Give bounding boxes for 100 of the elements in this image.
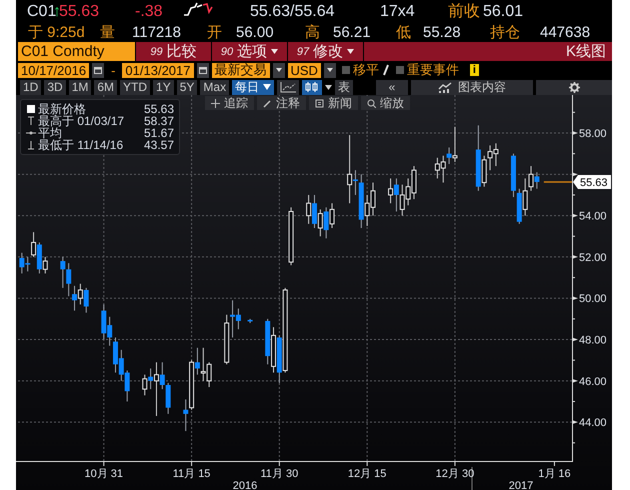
candlestick <box>312 194 317 229</box>
axis-label: 50.00 <box>579 293 607 306</box>
legend-label: 最低于 11/14/16 <box>38 139 124 151</box>
field-value: 56.21 <box>333 24 371 41</box>
field-value: 447638 <box>540 24 590 41</box>
info-button[interactable]: i <box>470 64 479 76</box>
field-label: 前收 <box>448 2 480 20</box>
axis-label: 11月 15 <box>172 468 210 480</box>
news-icon <box>315 98 324 108</box>
menu-button[interactable]: 90 选项 <box>211 42 287 61</box>
crosshair-icon <box>211 98 220 108</box>
settings-button[interactable] <box>536 80 612 94</box>
end-date-field[interactable]: 01/13/2017 <box>122 62 194 78</box>
calendar-button[interactable] <box>92 62 104 78</box>
chart-tool-button[interactable]: 缩放 <box>361 96 410 110</box>
legend-value: 43.57 <box>144 139 174 151</box>
chart-content-button[interactable]: 图表内容 <box>411 80 533 94</box>
candlestick <box>330 202 335 229</box>
table-button[interactable]: 表 <box>335 80 354 94</box>
candlestick <box>78 283 83 305</box>
candlestick <box>72 285 78 312</box>
candlestick <box>446 146 452 164</box>
period-button[interactable]: 1M <box>68 80 92 94</box>
field-label: 高 <box>305 24 320 41</box>
price-tag: 55.63 <box>573 174 611 189</box>
checkbox-label: 移平 <box>352 61 379 79</box>
axis-label: 48.00 <box>579 334 607 347</box>
candlestick <box>318 208 323 237</box>
checkbox[interactable] <box>396 66 404 74</box>
candlestick <box>324 206 329 239</box>
axis-label: 11月 30 <box>260 468 298 480</box>
collapse-button[interactable]: « <box>376 80 408 94</box>
axis-label: 1月 16 <box>538 468 571 480</box>
candlestick <box>394 178 399 212</box>
chart-tool-button[interactable]: 追踪 <box>205 96 254 110</box>
caret-icon <box>347 49 354 54</box>
frequency-dropdown[interactable]: 每日 <box>232 80 274 94</box>
candlestick <box>148 368 154 390</box>
view-title: K线图 <box>363 42 612 61</box>
chart-icon <box>438 82 452 92</box>
legend-label: 最高于 01/03/17 <box>38 115 126 127</box>
checkbox[interactable] <box>342 66 350 74</box>
chart-type-button[interactable] <box>277 80 300 94</box>
calendar-icon <box>94 66 102 74</box>
low-marker-icon <box>26 140 36 150</box>
axis-label: 44.00 <box>579 417 607 430</box>
candlestick <box>154 362 159 416</box>
price-change: -.38 <box>135 2 163 20</box>
candlestick <box>482 155 487 188</box>
candlestick <box>166 382 171 414</box>
candlestick <box>306 194 312 224</box>
candlestick <box>31 232 36 258</box>
range-separator: - <box>111 62 116 78</box>
axis-label: 12月 15 <box>348 468 386 480</box>
bid-ask: 55.63/55.64 <box>250 2 335 20</box>
candlestick <box>534 172 540 190</box>
calendar-button[interactable] <box>196 62 208 78</box>
period-button[interactable]: YTD <box>120 80 150 94</box>
pencil-icon <box>263 98 272 108</box>
caret-icon <box>271 49 278 54</box>
axis-label: 46.00 <box>579 376 607 388</box>
candlestick <box>183 398 188 432</box>
square-icon <box>26 104 36 114</box>
period-button[interactable]: Max <box>200 80 230 94</box>
chart-tool-button[interactable]: 新闻 <box>309 96 358 110</box>
field-dropdown[interactable]: 最新交易 <box>212 62 270 78</box>
candlestick <box>352 170 358 196</box>
axis-label: 12月 30 <box>436 468 474 480</box>
legend-value: 58.37 <box>144 115 174 127</box>
candlestick <box>84 287 89 314</box>
price-line <box>544 181 572 183</box>
period-button[interactable]: 6M <box>94 80 118 94</box>
last-price: 55.63 <box>59 2 100 20</box>
candle-type-button[interactable] <box>302 80 322 94</box>
chart-tool-button[interactable]: 注释 <box>257 96 306 110</box>
year-label: 2016 <box>232 480 258 490</box>
candlestick <box>42 256 48 274</box>
caret-icon[interactable] <box>325 84 332 90</box>
dropdown-button[interactable] <box>324 62 336 78</box>
period-button[interactable]: 1Y <box>153 80 174 94</box>
checkbox-label: 重要事件 <box>406 61 459 79</box>
menu-button[interactable]: 97 修改 <box>287 42 363 61</box>
candlestick <box>528 166 534 192</box>
axis-label: 10月 31 <box>84 468 124 480</box>
period-button[interactable]: 5Y <box>176 80 198 94</box>
candlestick <box>452 126 458 162</box>
period-button[interactable]: 3D <box>44 80 66 94</box>
dropdown-button[interactable] <box>272 62 284 78</box>
period-button[interactable]: 1D <box>20 80 42 94</box>
security-field[interactable]: C01 Comdty <box>18 42 135 61</box>
candlestick-icon <box>305 82 320 92</box>
axis-label: 58.00 <box>579 128 607 140</box>
menu-button[interactable]: 99 比较 <box>135 42 211 61</box>
field-value: 56.01 <box>483 2 524 20</box>
field-label: 量 <box>100 24 115 41</box>
currency-dropdown[interactable]: USD <box>288 62 321 78</box>
candlestick <box>60 256 66 288</box>
pencil-icon[interactable] <box>382 64 390 76</box>
start-date-field[interactable]: 10/17/2016 <box>18 62 90 78</box>
caret-icon <box>276 68 282 72</box>
